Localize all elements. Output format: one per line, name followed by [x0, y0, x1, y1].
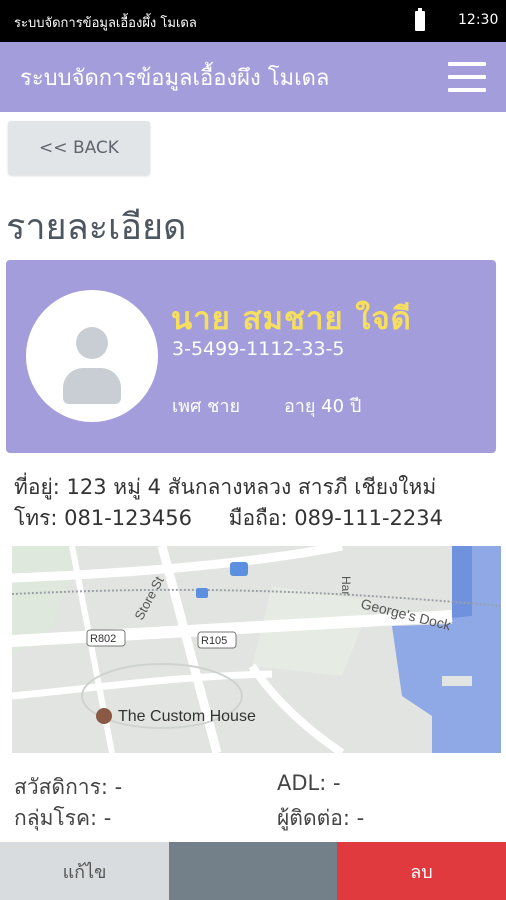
- location-map[interactable]: Store St R802 R105 George's Dock Har The…: [12, 546, 501, 753]
- page-title: รายละเอียด: [6, 207, 187, 248]
- profile-age: อายุ 40 ปี: [284, 396, 362, 417]
- svg-text:R802: R802: [90, 633, 116, 645]
- svg-text:The Custom House: The Custom House: [118, 708, 256, 725]
- hamburger-menu-icon[interactable]: [448, 62, 486, 92]
- welfare-text: สวัสดิการ: -: [14, 775, 123, 799]
- disease-group-text: กลุ่มโรค: -: [14, 806, 112, 830]
- svg-text:R105: R105: [201, 635, 227, 647]
- profile-gender: เพศ ชาย: [172, 396, 241, 417]
- action-bar: แก้ไข ลบ: [0, 842, 506, 900]
- status-bar-time: 12:30: [458, 12, 499, 28]
- status-bar-title: ระบบจัดการข้อมูลเอื้องผึ้ง โมเดล: [14, 16, 197, 31]
- avatar-icon: [26, 290, 158, 422]
- app-title: ระบบจัดการข้อมูลเอื้องผึง โมเดล: [20, 66, 330, 91]
- svg-text:Har: Har: [339, 576, 353, 595]
- phone-row: โทร: 081-123456 มือถือ: 089-111-2234: [14, 502, 443, 535]
- battery-icon: [415, 8, 425, 31]
- contact-person-text: ผู้ติดต่อ: -: [277, 806, 365, 830]
- profile-id-number: 3-5499-1112-33-5: [172, 338, 345, 360]
- address-text: ที่อยู่: 123 หมู่ 4 สันกลางหลวง สารภี เช…: [14, 475, 437, 499]
- profile-name: นาย สมชาย ใจดี: [171, 301, 412, 337]
- middle-action-button[interactable]: [169, 842, 337, 900]
- phone-text: โทร: 081-123456: [14, 506, 192, 530]
- profile-card: นาย สมชาย ใจดี 3-5499-1112-33-5 เพศ ชาย …: [6, 260, 496, 453]
- map-canvas: Store St R802 R105 George's Dock Har The…: [12, 546, 501, 753]
- back-button[interactable]: << BACK: [8, 121, 150, 175]
- app-bar: ระบบจัดการข้อมูลเอื้องผึง โมเดล: [0, 42, 506, 112]
- status-bar: ระบบจัดการข้อมูลเอื้องผึ้ง โมเดล 12:30: [0, 0, 506, 42]
- edit-button[interactable]: แก้ไข: [0, 842, 169, 900]
- mobile-text: มือถือ: 089-111-2234: [228, 506, 443, 530]
- delete-button[interactable]: ลบ: [337, 842, 506, 900]
- adl-text: ADL: -: [277, 771, 341, 795]
